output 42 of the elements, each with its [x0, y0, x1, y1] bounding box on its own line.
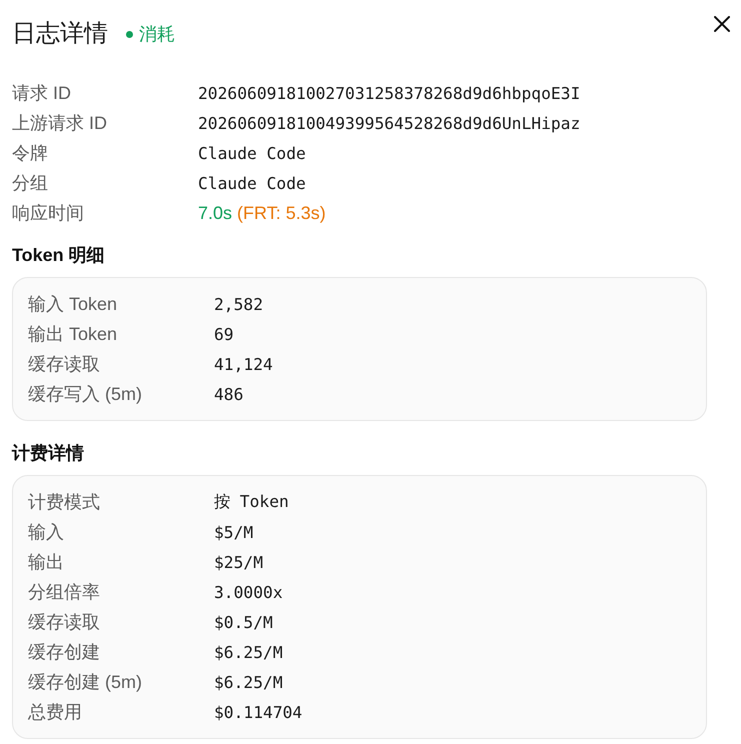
field-label: 输出 Token — [28, 323, 118, 346]
field-value: 202606091810049399564528268d9d6UnLHipaz — [198, 114, 580, 132]
field-value: $0.5/M — [214, 612, 273, 632]
field-label: 分组 — [12, 172, 49, 195]
field-value: $6.25/M — [214, 642, 283, 662]
field-value: $0.114704 — [214, 702, 302, 722]
first-response-time: (FRT: 5.3s) — [237, 202, 326, 224]
field-label: 总费用 — [28, 701, 83, 724]
field-value: 41,124 — [214, 354, 273, 374]
field-label: 请求 ID — [12, 82, 72, 105]
close-button[interactable] — [711, 13, 733, 35]
field-label: 计费模式 — [28, 491, 101, 514]
field-value: 202606091810027031258378268d9d6hbpqoE3I — [198, 84, 580, 102]
field-label: 缓存创建 — [28, 641, 101, 664]
field-label: 缓存创建 (5m) — [28, 671, 143, 694]
dialog-title: 日志详情 — [12, 19, 108, 49]
status-dot-icon — [126, 30, 133, 38]
section-title: Token 明细 — [12, 244, 106, 267]
field-label: 令牌 — [12, 142, 49, 165]
field-label: 输入 Token — [28, 293, 118, 316]
field-value: $5/M — [214, 522, 254, 542]
field-label: 缓存写入 (5m) — [28, 383, 143, 406]
field-label: 缓存读取 — [28, 353, 101, 376]
field-label: 响应时间 — [12, 202, 85, 225]
response-time: 7.0s — [198, 202, 232, 224]
field-label: 缓存读取 — [28, 611, 101, 634]
field-label: 分组倍率 — [28, 581, 101, 604]
field-value: 2,582 — [214, 294, 264, 314]
field-value: $6.25/M — [214, 672, 283, 692]
section-title: 计费详情 — [12, 442, 85, 465]
field-label: 上游请求 ID — [12, 112, 108, 135]
close-icon — [714, 16, 730, 32]
field-value: $25/M — [214, 552, 264, 572]
field-value: 486 — [214, 384, 244, 404]
status-label: 消耗 — [139, 23, 175, 46]
field-label: 输出 — [28, 551, 65, 574]
field-value: 3.0000x — [214, 582, 283, 602]
field-label: 输入 — [28, 521, 65, 544]
field-value: 69 — [214, 324, 234, 344]
field-value: Claude Code — [198, 174, 306, 192]
field-value: 按 Token — [214, 491, 289, 513]
field-value: Claude Code — [198, 144, 306, 162]
